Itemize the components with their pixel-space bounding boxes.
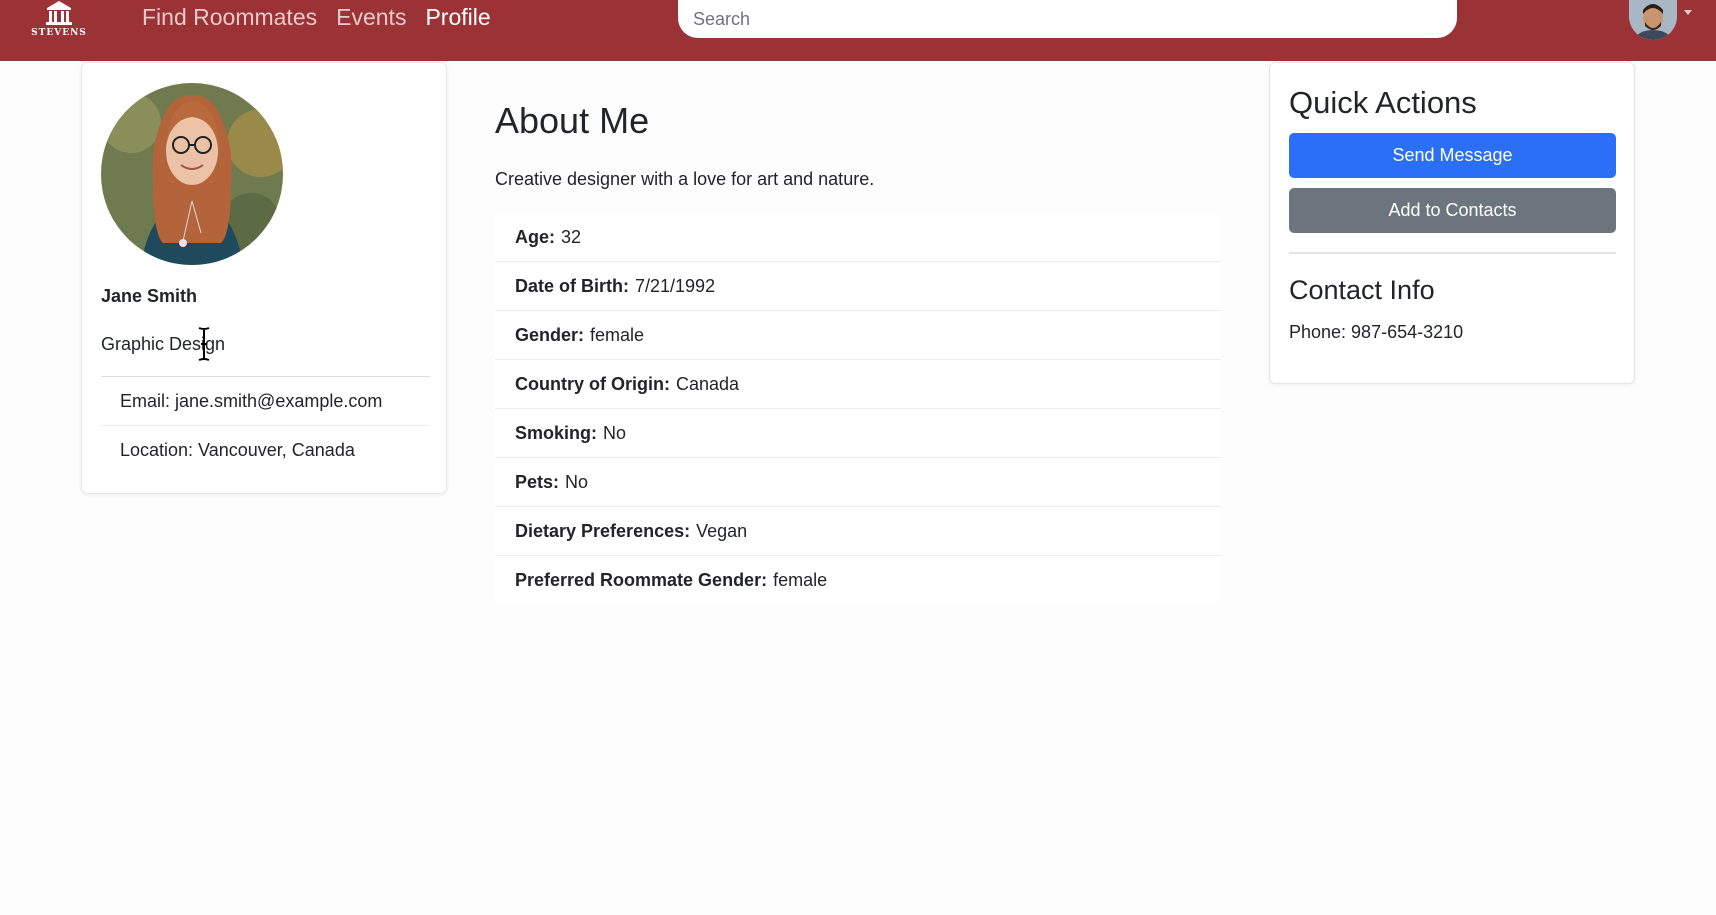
attr-label: Date of Birth: (515, 275, 629, 296)
attr-label: Country of Origin: (515, 373, 670, 394)
attr-label: Age: (515, 226, 555, 247)
nav-links: Find Roommates Events Profile (142, 0, 491, 34)
attr-label: Dietary Preferences: (515, 520, 691, 541)
quick-actions-title: Quick Actions (1289, 85, 1477, 120)
attr-label: Gender: (515, 324, 585, 345)
attr-date-of-birth: Date of Birth: 7/21/1992 (495, 262, 1221, 311)
nav-profile[interactable]: Profile (425, 4, 490, 31)
nav-events[interactable]: Events (336, 4, 406, 31)
top-navbar: STEVENS Find Roommates Events Profile (0, 0, 1716, 61)
user-avatar[interactable] (1629, 0, 1677, 40)
attr-value: No (603, 422, 627, 443)
attr-age: Age: 32 (495, 213, 1221, 262)
nav-find-roommates[interactable]: Find Roommates (142, 4, 317, 31)
attr-dietary: Dietary Preferences: Vegan (495, 507, 1221, 556)
building-icon (46, 1, 72, 25)
attr-roommate-gender: Preferred Roommate Gender: female (495, 556, 1221, 605)
attributes-list: Age: 32 Date of Birth: 7/21/1992 Gender: fe… (495, 213, 1221, 605)
stevens-logo[interactable]: STEVENS (30, 0, 88, 42)
add-to-contacts-button[interactable]: Add to Contacts (1289, 188, 1616, 233)
profile-location: Location: Vancouver, Canada (120, 440, 355, 460)
attr-country: Country of Origin: Canada (495, 360, 1221, 409)
text-cursor-icon (198, 327, 210, 361)
attr-pets: Pets: No (495, 458, 1221, 507)
profile-email: Email: jane.smith@example.com (101, 377, 430, 426)
actions-divider (1289, 252, 1616, 254)
attr-value: Canada (675, 373, 740, 394)
profile-name: Jane Smith (101, 286, 198, 306)
contact-info-title: Contact Info (1289, 275, 1435, 305)
attr-value: Vegan (696, 520, 748, 541)
quick-actions-card: Quick Actions Send Message Add to Contac… (1269, 62, 1635, 384)
attr-label: Pets: (515, 471, 560, 492)
attr-label: Preferred Roommate Gender: (515, 570, 768, 590)
profile-photo (101, 83, 283, 265)
search-input[interactable] (693, 8, 1457, 30)
brand-text: STEVENS (31, 28, 87, 38)
attr-gender: Gender: female (495, 311, 1221, 360)
attr-value: female (590, 324, 645, 345)
user-avatar-image (1629, 0, 1677, 40)
about-title: About Me (495, 100, 650, 141)
attr-value: 7/21/1992 (635, 275, 716, 296)
send-message-button[interactable]: Send Message (1289, 133, 1616, 178)
attr-value: No (565, 471, 589, 492)
search-bar (678, 0, 1457, 38)
attr-value: female (773, 570, 828, 590)
attr-label: Smoking: (515, 422, 598, 443)
attr-value: 32 (561, 226, 582, 247)
chevron-down-icon[interactable] (1684, 10, 1692, 15)
about-bio: Creative designer with a love for art an… (495, 169, 875, 189)
profile-card: Jane Smith Graphic Design Email: jane.sm… (81, 62, 447, 494)
profile-details-list: Email: jane.smith@example.com Location: … (101, 377, 430, 475)
contact-phone: Phone: 987-654-3210 (1289, 322, 1464, 342)
attr-smoking: Smoking: No (495, 409, 1221, 458)
